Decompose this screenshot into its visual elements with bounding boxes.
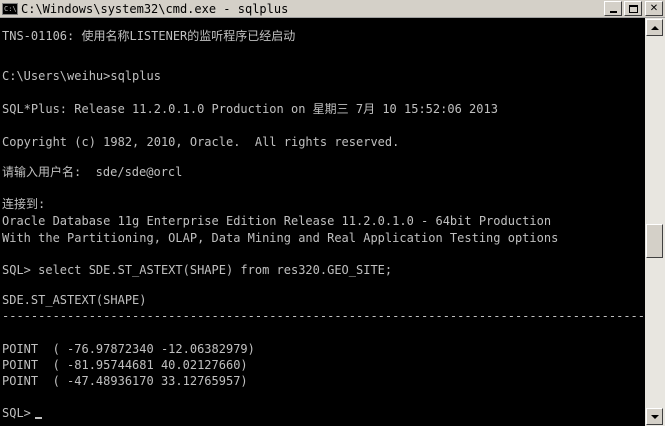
console-prompt-line[interactable]: SQL> [2, 405, 42, 421]
console-line: POINT ( -47.48936170 33.12765957) [2, 374, 248, 388]
console-line: SQL> select SDE.ST_ASTEXT(SHAPE) from re… [2, 263, 393, 277]
scroll-up-arrow-icon [650, 25, 659, 30]
window-title: C:\Windows\system32\cmd.exe - sqlplus [21, 1, 289, 16]
title-bar[interactable]: C:\ C:\Windows\system32\cmd.exe - sqlplu… [0, 0, 665, 18]
console-line: POINT ( -81.95744681 40.02127660) [2, 358, 248, 372]
scroll-thumb[interactable] [646, 224, 663, 258]
text-cursor [34, 417, 42, 419]
scroll-up-button[interactable] [646, 19, 663, 36]
minimize-button[interactable] [604, 1, 622, 16]
close-icon: ✕ [649, 2, 659, 14]
console-line: SDE.ST_ASTEXT(SHAPE) [2, 293, 147, 307]
console-line: ----------------------------------------… [2, 309, 645, 323]
maximize-icon [628, 4, 638, 13]
maximize-button[interactable] [624, 1, 642, 16]
sql-prompt: SQL> [2, 406, 31, 420]
console-line: POINT ( -76.97872340 -12.06382979) [2, 342, 255, 356]
cmd-window: C:\ C:\Windows\system32\cmd.exe - sqlplu… [0, 0, 665, 426]
console-line: 请输入用户名: sde/sde@orcl [2, 165, 183, 179]
console-line: With the Partitioning, OLAP, Data Mining… [2, 231, 559, 245]
console-line: Oracle Database 11g Enterprise Edition R… [2, 214, 552, 228]
vertical-scrollbar[interactable] [645, 18, 665, 426]
console-line: Copyright (c) 1982, 2010, Oracle. All ri… [2, 135, 400, 149]
cmd-icon[interactable]: C:\ [2, 2, 18, 15]
close-button[interactable]: ✕ [645, 1, 663, 16]
window-controls: ✕ [604, 1, 663, 16]
console-line: SQL*Plus: Release 11.2.0.1.0 Production … [2, 102, 498, 116]
scroll-down-arrow-icon [650, 414, 659, 419]
console-output[interactable]: TNS-01106: 使用名称LISTENER的监听程序已经启动 C:\User… [0, 18, 645, 426]
console-line: 连接到: [2, 197, 46, 211]
scroll-down-button[interactable] [646, 408, 663, 425]
minimize-icon [609, 10, 617, 13]
console-line: TNS-01106: 使用名称LISTENER的监听程序已经启动 [2, 29, 296, 43]
console-line: C:\Users\weihu>sqlplus [2, 69, 161, 83]
